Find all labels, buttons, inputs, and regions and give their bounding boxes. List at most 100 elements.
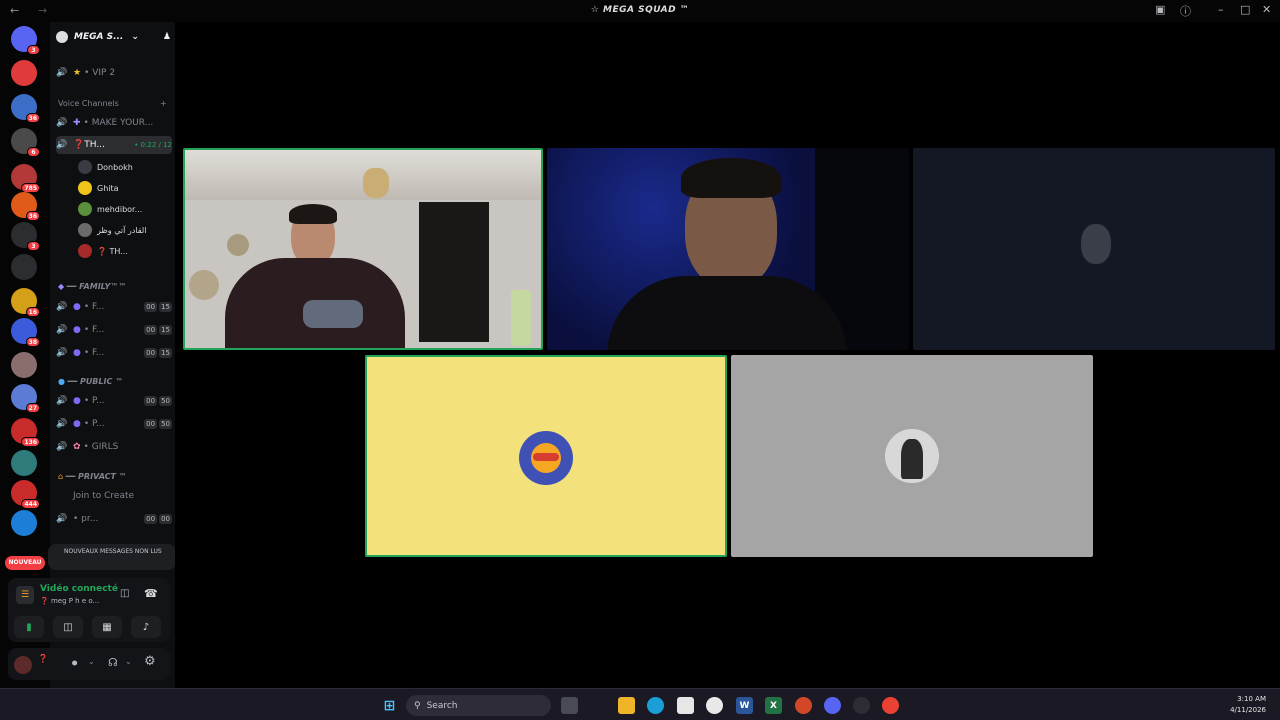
invite-people-icon[interactable]: ♟ bbox=[163, 32, 171, 42]
channel-private[interactable]: 🔊 • pr... 00 00 bbox=[56, 510, 172, 528]
voice-channel[interactable]: 🔊 ● • F... 00 15 bbox=[56, 344, 172, 362]
new-messages-pill[interactable]: NOUVEAU bbox=[5, 556, 45, 570]
server-header[interactable]: MEGA S... ⌄ ♟ bbox=[56, 28, 171, 46]
camera-icon: ▮ bbox=[26, 621, 32, 633]
voice-user[interactable]: Ghita bbox=[78, 179, 170, 197]
limit-max: 15 bbox=[159, 348, 172, 358]
excel-icon[interactable]: X bbox=[765, 697, 782, 714]
windows-start-icon[interactable]: ⊞ bbox=[381, 697, 398, 714]
category-public[interactable]: ● ━━ PUBLIC ™ bbox=[58, 377, 123, 386]
voice-channel[interactable]: 🔊 ● • P... 00 50 bbox=[56, 392, 172, 410]
avatar bbox=[78, 181, 92, 195]
voice-user[interactable]: ❓ TH... bbox=[78, 242, 170, 260]
server-icon[interactable] bbox=[11, 254, 37, 280]
speaker-icon: 🔊 bbox=[56, 442, 68, 452]
store-icon[interactable] bbox=[677, 697, 694, 714]
channel-girls[interactable]: 🔊 ✿ • GIRLS bbox=[56, 438, 172, 456]
minimize-icon[interactable]: – bbox=[1218, 3, 1224, 16]
server-icon[interactable] bbox=[11, 510, 37, 536]
channel-label: • VIP 2 bbox=[84, 68, 116, 78]
video-tile-webcam-1[interactable] bbox=[183, 148, 543, 350]
activities-button[interactable]: ▦ bbox=[92, 616, 122, 638]
discord-icon[interactable] bbox=[824, 697, 841, 714]
lock-icon: ◆ bbox=[58, 282, 65, 291]
unread-badge: 38 bbox=[25, 337, 40, 347]
steam-icon[interactable] bbox=[853, 697, 870, 714]
clock-time: 3:10 AM bbox=[1237, 695, 1266, 703]
camera-button[interactable]: ▮ bbox=[14, 616, 44, 638]
voice-user[interactable]: القادر آتي وظر bbox=[78, 221, 170, 239]
voice-channel[interactable]: 🔊 ● • P... 00 50 bbox=[56, 415, 172, 433]
voice-channel[interactable]: 🔊 ● • F... 00 15 bbox=[56, 298, 172, 316]
category-private[interactable]: ⌂ ━━ PRIVACT ™ bbox=[58, 472, 127, 481]
server-icon[interactable]: 6 bbox=[11, 128, 40, 157]
category-label: ━━ FAMILY™™ bbox=[66, 282, 127, 291]
chrome-icon[interactable] bbox=[882, 697, 899, 714]
channel-vip2[interactable]: 🔊 ★ • VIP 2 bbox=[56, 64, 172, 82]
video-tile-webcam-2[interactable] bbox=[547, 148, 909, 350]
file-explorer-icon[interactable] bbox=[618, 697, 635, 714]
voice-user-name: ❓ TH... bbox=[97, 246, 128, 256]
noise-suppression-icon[interactable]: ◫ bbox=[120, 588, 129, 599]
server-icon[interactable]: 38 bbox=[11, 318, 40, 347]
server-icon[interactable]: 27 bbox=[11, 384, 40, 413]
video-tile-avatar-gray[interactable] bbox=[731, 355, 1093, 557]
powerpoint-icon[interactable] bbox=[795, 697, 812, 714]
whatsapp-icon[interactable] bbox=[706, 697, 723, 714]
disconnect-icon[interactable]: ☎ bbox=[144, 587, 158, 600]
server-icon[interactable]: 16 bbox=[11, 288, 40, 317]
video-tile-webcam-3[interactable] bbox=[913, 148, 1275, 350]
server-icon[interactable]: 3 bbox=[11, 26, 40, 55]
taskbar-search[interactable]: ⚲ Search bbox=[406, 695, 551, 716]
add-channel-icon[interactable]: + bbox=[160, 99, 167, 108]
server-icon[interactable] bbox=[11, 352, 37, 378]
server-icon[interactable]: 444 bbox=[11, 480, 40, 509]
channel-make-your[interactable]: 🔊 ✚ • MAKE YOUR... bbox=[56, 114, 172, 132]
server-icon[interactable] bbox=[11, 450, 37, 476]
help-icon[interactable]: ⓘ bbox=[1180, 3, 1191, 19]
server-icon[interactable]: 3 bbox=[11, 222, 40, 251]
voice-user[interactable]: mehdibor... bbox=[78, 200, 170, 218]
server-icon[interactable]: 136 bbox=[11, 418, 40, 447]
settings-gear-icon[interactable]: ⚙ bbox=[144, 654, 156, 669]
chevron-down-icon[interactable]: ⌄ bbox=[125, 657, 132, 666]
edge-icon[interactable] bbox=[647, 697, 664, 714]
server-icon[interactable]: 36 bbox=[11, 94, 40, 123]
microphone-icon[interactable]: ⚫ bbox=[70, 657, 79, 670]
server-icon[interactable] bbox=[11, 60, 37, 86]
headphones-icon[interactable]: ☊ bbox=[108, 656, 118, 669]
chevron-down-icon[interactable]: ⌄ bbox=[88, 657, 95, 666]
door bbox=[419, 202, 489, 342]
limit-max: 50 bbox=[159, 396, 172, 406]
video-tile-avatar-yellow[interactable] bbox=[365, 355, 727, 557]
screen-share-icon: ◫ bbox=[63, 621, 73, 633]
system-clock[interactable]: 3:10 AM 4/11/2026 bbox=[1230, 694, 1266, 716]
word-icon[interactable]: W bbox=[736, 697, 753, 714]
voice-user[interactable]: Donbokh bbox=[78, 158, 170, 176]
soundboard-button[interactable]: ♪ bbox=[131, 616, 161, 638]
user-avatar bbox=[885, 429, 939, 483]
avatar[interactable] bbox=[14, 656, 32, 674]
close-icon[interactable]: ✕ bbox=[1262, 3, 1271, 16]
limit-current: 00 bbox=[144, 514, 158, 524]
server-icon[interactable]: 785 bbox=[11, 164, 40, 193]
channel-dot-icon: ● bbox=[73, 419, 81, 429]
new-messages-toast[interactable]: NOUVEAUX MESSAGES NON LUS bbox=[48, 544, 176, 570]
speaker-icon: 🔊 bbox=[56, 514, 68, 524]
unread-badge: 27 bbox=[25, 403, 40, 413]
voice-connection-panel: ☰ Vidéo connecté ❓ meɡ P h e o... ◫ ☎ ▮ … bbox=[8, 578, 170, 642]
maximize-icon[interactable]: □ bbox=[1240, 3, 1250, 16]
limit-current: 00 bbox=[144, 348, 158, 358]
limit-max: 15 bbox=[159, 325, 172, 335]
server-icon[interactable]: 36 bbox=[11, 192, 40, 221]
channel-active[interactable]: 🔊 ❓TH... • 0:22 / 12 bbox=[56, 136, 172, 154]
task-view-icon[interactable] bbox=[561, 697, 578, 714]
category-voice[interactable]: Voice Channels + bbox=[58, 99, 167, 108]
inbox-icon[interactable]: ▣ bbox=[1155, 3, 1165, 16]
screen-share-button[interactable]: ◫ bbox=[53, 616, 83, 638]
speaker-icon: 🔊 bbox=[56, 302, 68, 312]
voice-channel[interactable]: 🔊 ● • F... 00 15 bbox=[56, 321, 172, 339]
voice-user-name: mehdibor... bbox=[97, 204, 143, 214]
channel-join-to-create[interactable]: Join to Create bbox=[56, 487, 172, 505]
category-family[interactable]: ◆ ━━ FAMILY™™ bbox=[58, 282, 126, 291]
